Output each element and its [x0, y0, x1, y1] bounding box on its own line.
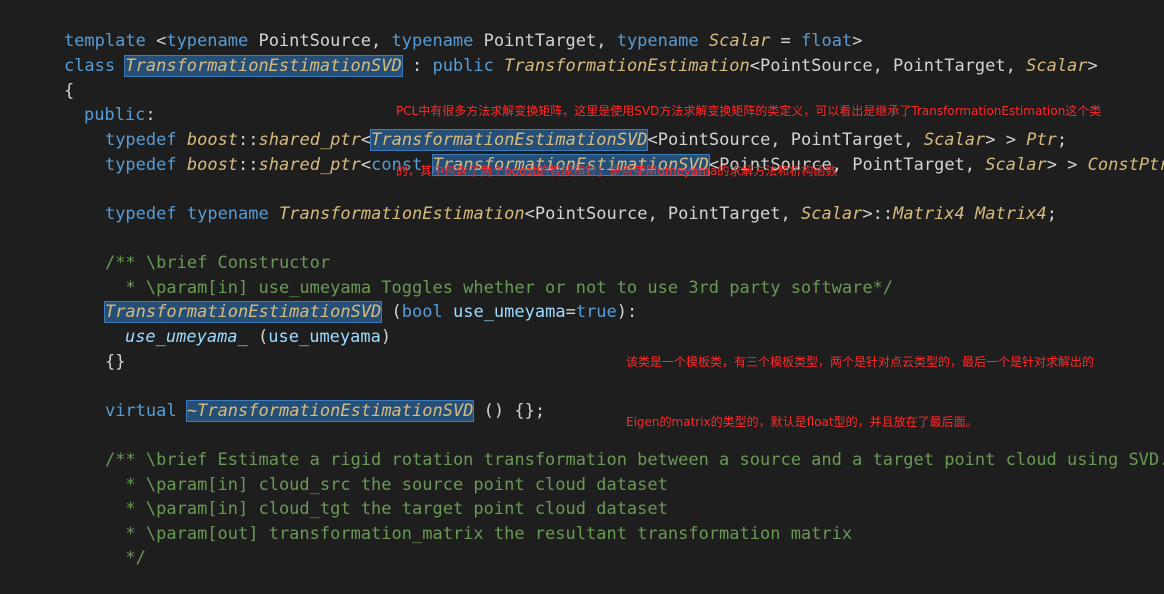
code-text: ::: [238, 155, 259, 175]
annotation-line: 的，其中包含了两个boost的智能指针；是否使用umeyama的求解方法和析构函…: [396, 164, 838, 178]
annotation-line: 该类是一个模板类，有三个模板类型，两个是针对点云类型的，最后一个是针对求解出的: [626, 355, 1095, 369]
annotation-line: Eigen的matrix的类型的，默认是float型的，并且放在了最后面。: [626, 415, 978, 429]
code-line-19: * \param[in] cloud_src the source point …: [64, 449, 667, 495]
parameter-name: use_umeyama: [268, 327, 381, 347]
comment: * \param[out] transformation_matrix the …: [104, 524, 853, 544]
code-line-20: * \param[in] cloud_tgt the target point …: [64, 473, 667, 519]
code-line-22: */: [64, 522, 145, 568]
code-line-1: template <typename PointSource, typename…: [23, 5, 862, 51]
parameter-name: use_umeyama: [452, 302, 566, 322]
keyword: virtual: [104, 401, 177, 421]
highlighted-class-name[interactable]: TransformationEstimationSVD: [124, 55, 403, 77]
code-text: ): [380, 327, 392, 347]
code-line-2: class TransformationEstimationSVD : publ…: [23, 30, 1098, 77]
code-text: {}: [104, 352, 126, 372]
code-line-4: public:: [43, 79, 156, 125]
code-line-14: {}: [64, 326, 125, 372]
code-text: () {};: [473, 401, 546, 421]
type-name: shared_ptr: [258, 155, 361, 175]
code-line-10: /** \brief Constructor: [64, 227, 330, 273]
member-name: use_umeyama_: [124, 327, 248, 347]
code-editor[interactable]: template <typename PointSource, typename…: [0, 0, 1164, 568]
keyword: typename: [186, 204, 269, 224]
annotation-class-definition: PCL中有很多方法求解变换矩阵，这里是使用SVD方法求解变换矩阵的类定义，可以看…: [396, 61, 1101, 221]
keyword: typedef: [104, 155, 177, 175]
annotation-line: PCL中有很多方法求解变换矩阵，这里是使用SVD方法求解变换矩阵的类定义，可以看…: [396, 104, 1102, 118]
comment: */: [104, 548, 146, 568]
keyword: typedef: [104, 204, 177, 224]
code-line-16: virtual ~TransformationEstimationSVD () …: [64, 375, 545, 422]
namespace-name: boost: [186, 155, 239, 175]
code-line-3: {: [23, 55, 74, 101]
code-text: <: [360, 155, 372, 175]
annotation-template-types: 该类是一个模板类，有三个模板类型，两个是针对点云类型的，最后一个是针对求解出的 …: [626, 312, 1094, 472]
code-line-11: * \param[in] use_umeyama Toggles whether…: [64, 252, 893, 298]
code-line-12: TransformationEstimationSVD (bool use_um…: [64, 276, 637, 323]
code-text: (: [247, 327, 269, 347]
code-line-13: use_umeyama_ (use_umeyama): [84, 301, 391, 347]
highlighted-destructor-name[interactable]: ~TransformationEstimationSVD: [185, 400, 475, 422]
keyword: bool: [401, 302, 443, 322]
code-line-21: * \param[out] transformation_matrix the …: [64, 498, 852, 544]
keyword: true: [575, 302, 617, 322]
code-text: =: [565, 302, 576, 322]
